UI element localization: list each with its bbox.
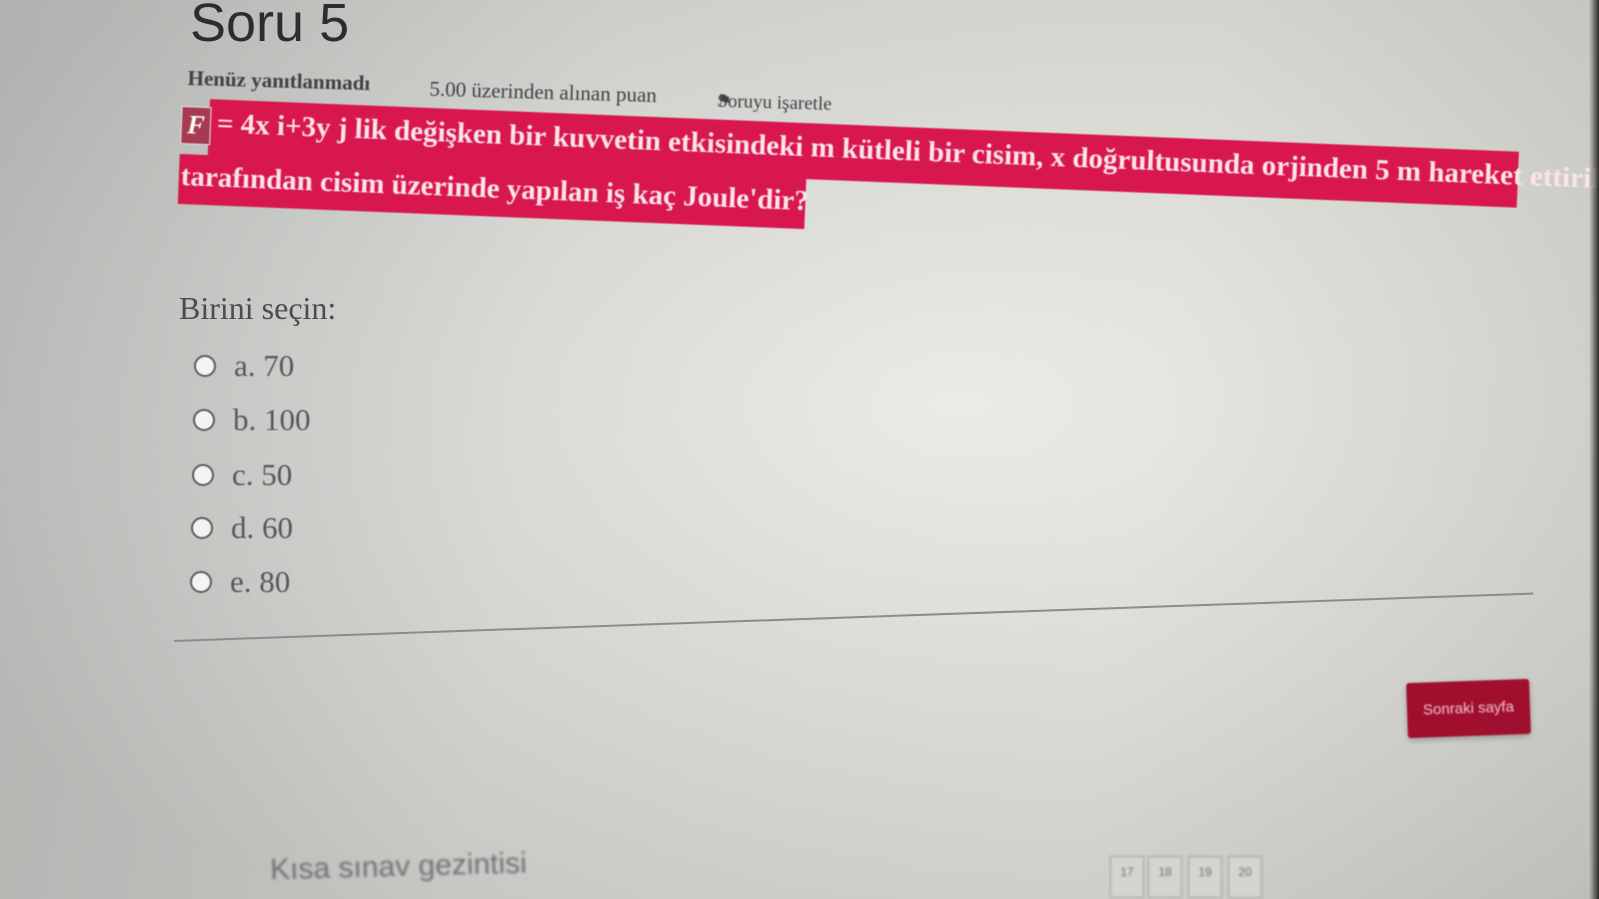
- answer-option-d[interactable]: d. 60: [191, 510, 293, 550]
- force-symbol: F: [180, 105, 212, 146]
- quiz-nav-page[interactable]: 19: [1188, 856, 1222, 898]
- quiz-nav-page[interactable]: 18: [1148, 856, 1182, 898]
- answer-options: a. 70 b. 100 c. 50 d. 60 e. 80: [190, 340, 590, 610]
- question-grade: 5.00 üzerinden alınan puan: [429, 76, 658, 108]
- answer-option-label: b. 100: [233, 402, 311, 437]
- flag-question-label: Soruyu işaretle: [716, 90, 832, 115]
- quiz-nav-page[interactable]: 20: [1228, 856, 1262, 898]
- answer-option-e[interactable]: e. 80: [190, 564, 290, 604]
- quiz-navigation-title: Kısa sınav gezintisi: [269, 846, 528, 887]
- answer-option-label: d. 60: [231, 510, 293, 545]
- answer-option-b[interactable]: b. 100: [193, 402, 311, 442]
- answer-prompt: Birini seçin:: [179, 290, 337, 326]
- answer-option-a[interactable]: a. 70: [194, 348, 294, 388]
- quiz-nav-page[interactable]: 17: [1110, 856, 1144, 898]
- question-title: Soru 5: [190, 0, 350, 53]
- radio-button[interactable]: [192, 464, 214, 486]
- quiz-navigation: 17 18 19 20: [1110, 856, 1270, 898]
- radio-button[interactable]: [191, 517, 213, 539]
- answer-option-label: a. 70: [234, 348, 295, 383]
- answer-option-c[interactable]: c. 50: [192, 457, 292, 497]
- next-page-button[interactable]: Sonraki sayfa: [1406, 678, 1531, 739]
- question-status: Henüz yanıtlanmadı: [187, 66, 371, 96]
- answer-option-label: c. 50: [232, 457, 293, 492]
- radio-button[interactable]: [193, 409, 215, 431]
- answer-option-label: e. 80: [230, 564, 291, 599]
- monitor-bezel: [1589, 0, 1599, 899]
- radio-button[interactable]: [190, 571, 212, 593]
- radio-button[interactable]: [194, 355, 216, 377]
